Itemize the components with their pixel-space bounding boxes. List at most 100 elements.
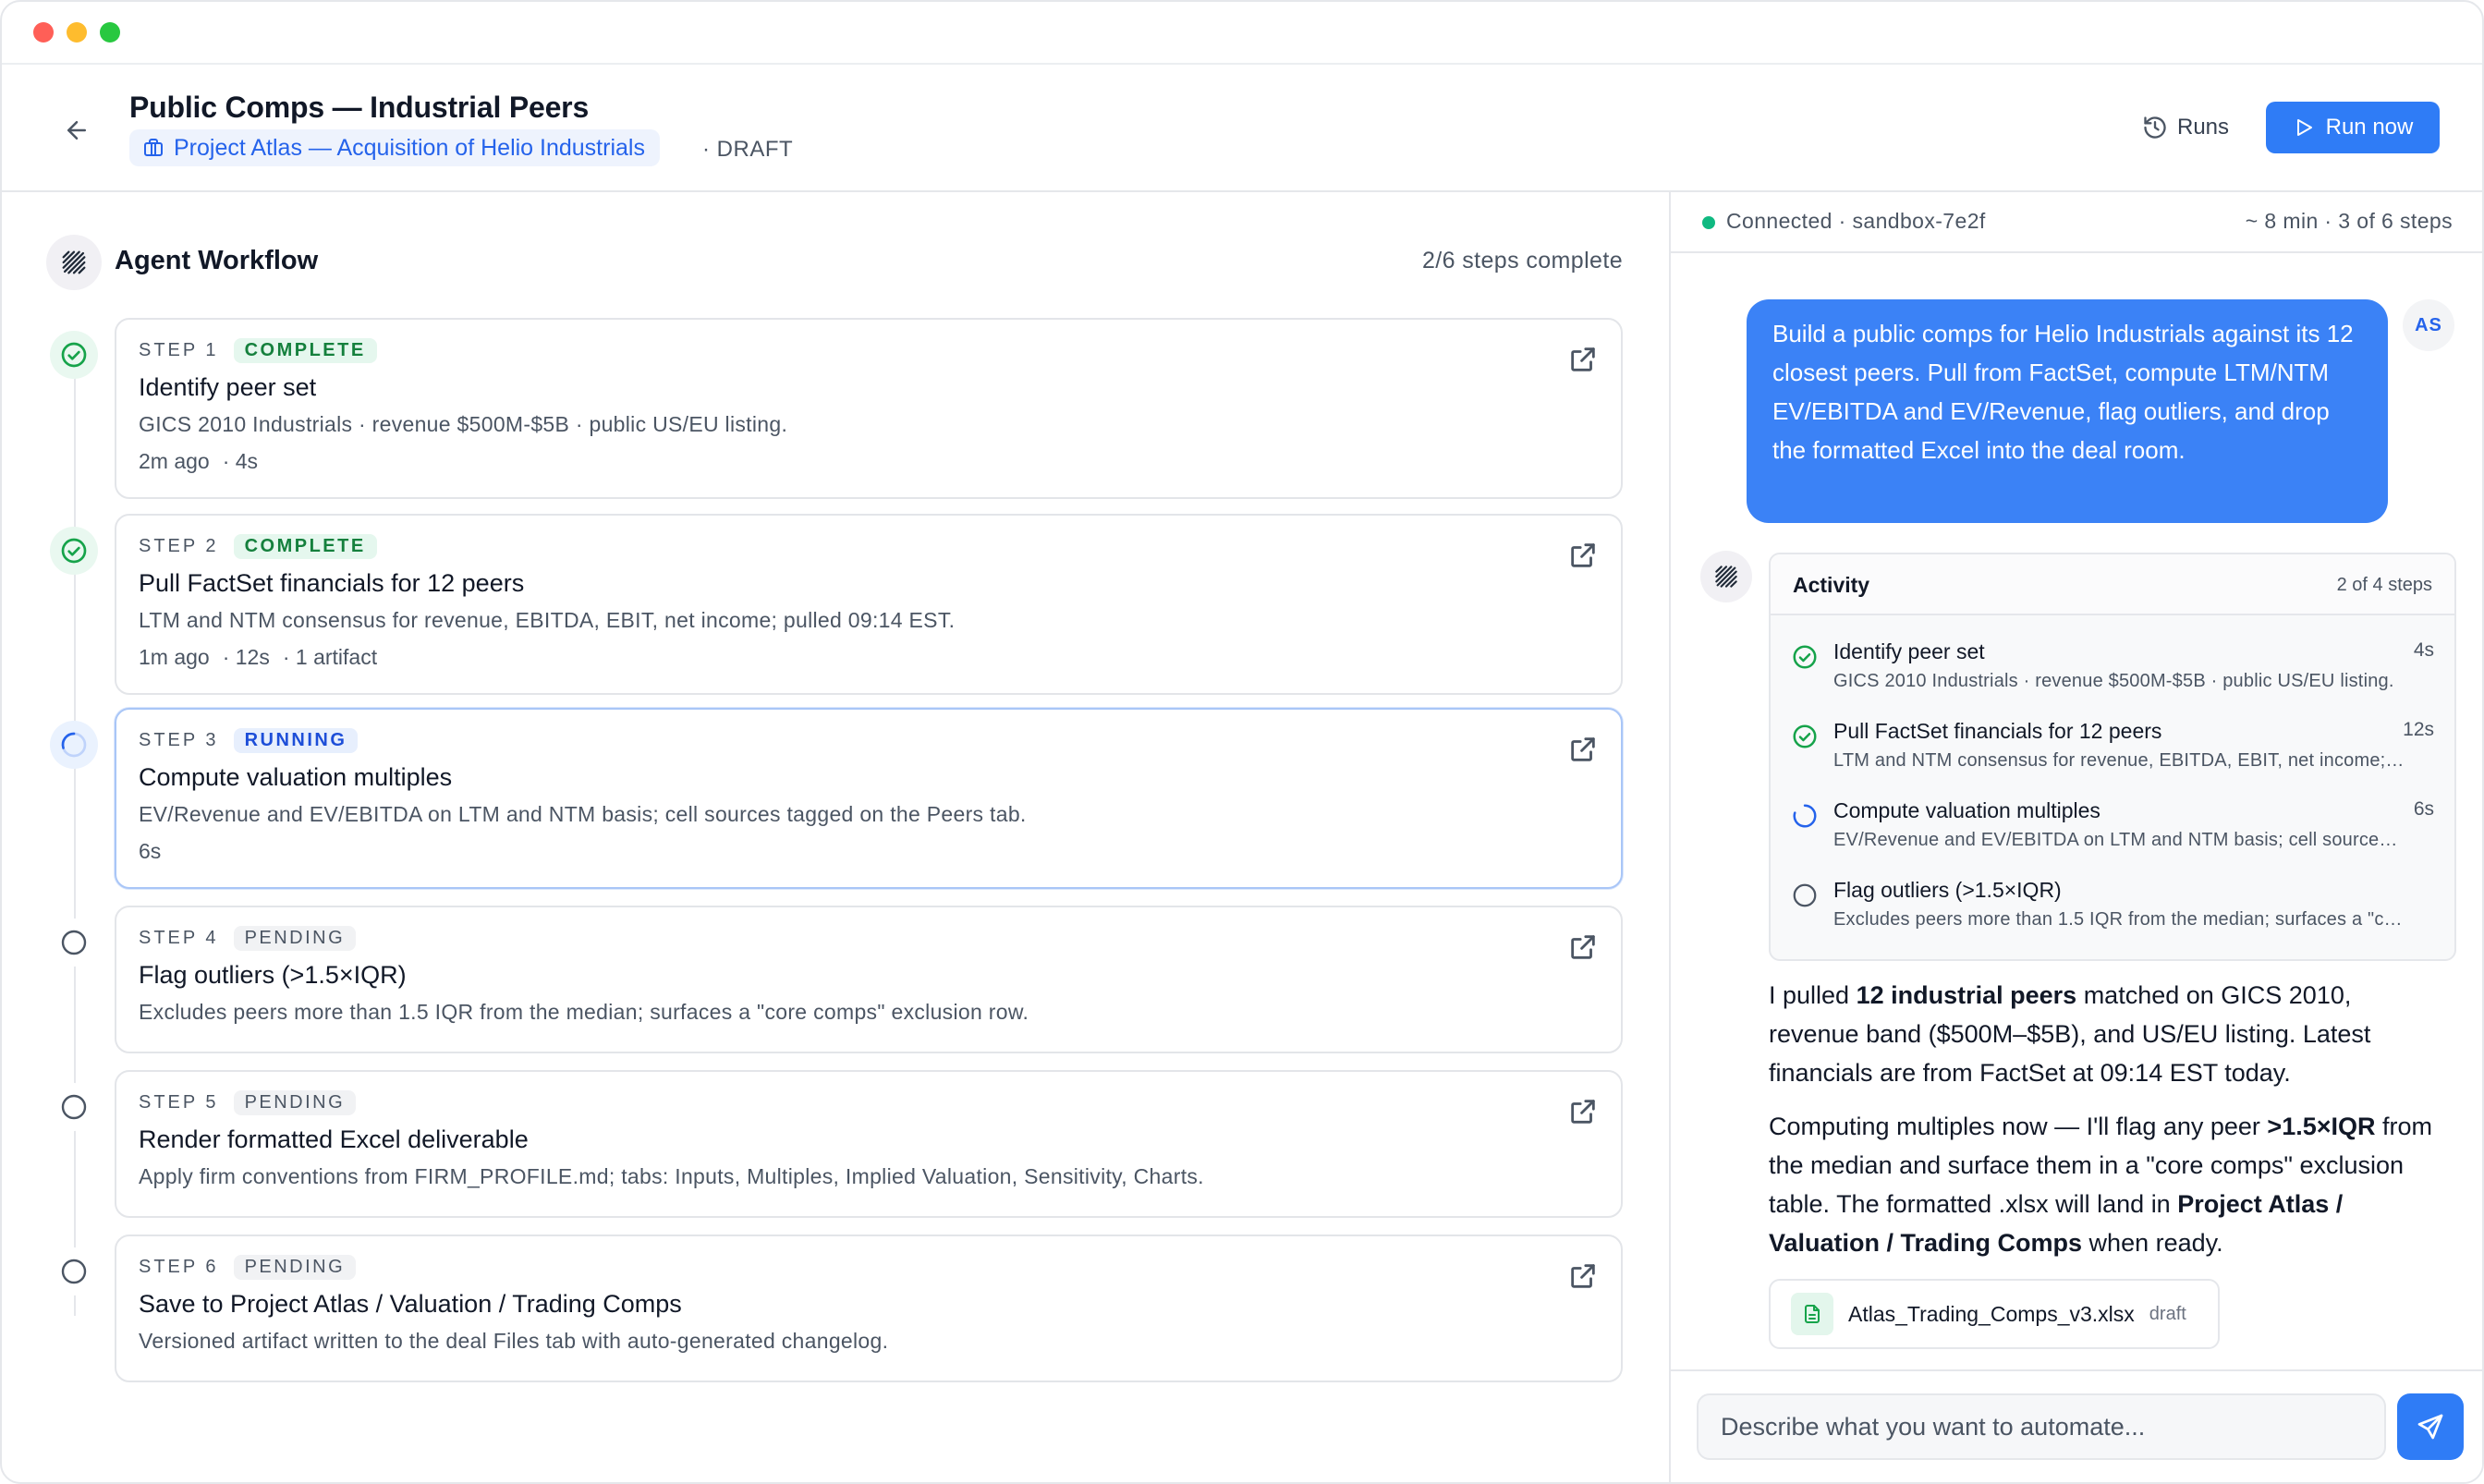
connection-status: Connected · sandbox-7e2f	[1726, 209, 1986, 233]
status-badge: COMPLETE	[233, 338, 377, 363]
step-1-marker	[50, 331, 98, 379]
activity-item[interactable]: Identify peer set 4s GICS 2010 Industria…	[1771, 632, 2454, 710]
close-window-button[interactable]	[33, 22, 54, 43]
connection-bar: Connected · sandbox-7e2f ~ 8 min · 3 of …	[1671, 192, 2482, 253]
reply-paragraph: I pulled 12 industrial peers matched on …	[1769, 976, 2443, 1092]
zoom-window-button[interactable]	[100, 22, 120, 43]
agent-logo-icon	[46, 235, 102, 290]
step-title: Pull FactSet financials for 12 peers	[139, 569, 525, 597]
activity-header: Activity 2 of 4 steps	[1771, 554, 2454, 615]
runs-button[interactable]: Runs	[2127, 102, 2244, 153]
activity-item-name: Flag outliers (>1.5×IQR)	[1833, 878, 2062, 902]
status-badge: PENDING	[233, 1255, 357, 1280]
circle-icon	[61, 930, 87, 955]
step-card-1[interactable]: STEP 1 COMPLETE Identify peer set GICS 2…	[115, 318, 1623, 499]
circle-icon	[61, 1094, 87, 1120]
send-icon	[2417, 1414, 2443, 1440]
activity-item-description: EV/Revenue and EV/EBITDA on LTM and NTM …	[1833, 830, 2406, 850]
step-6-marker	[50, 1247, 98, 1295]
chat-panel: Connected · sandbox-7e2f ~ 8 min · 3 of …	[1669, 192, 2482, 1482]
step-meta: 1m ago · 12s · 1 artifact	[139, 645, 377, 670]
step-number: STEP 2	[139, 536, 219, 556]
composer-divider	[1671, 1369, 2482, 1371]
reply-text: I pulled	[1769, 981, 1857, 1009]
back-button[interactable]	[59, 113, 94, 148]
external-link-icon[interactable]	[1567, 1096, 1599, 1127]
status-badge: PENDING	[233, 1090, 357, 1115]
run-now-label: Run now	[2325, 115, 2414, 140]
window-controls	[33, 22, 120, 43]
circle-icon	[61, 1259, 87, 1284]
attachment-tag: draft	[2149, 1303, 2186, 1324]
step-artifacts: · 1 artifact	[282, 645, 378, 669]
workflow-panel: Agent Workflow 2/6 steps complete STEP 1…	[2, 192, 1669, 1482]
step-time: 1m ago	[139, 645, 210, 669]
workflow-title: Agent Workflow	[115, 246, 319, 275]
step-duration: · 12s	[222, 645, 270, 669]
check-circle-icon	[61, 342, 87, 368]
reply-emphasis: >1.5×IQR	[2267, 1113, 2376, 1140]
timeline-line	[74, 359, 76, 1316]
activity-item-duration: 12s	[2403, 719, 2434, 740]
attachment-name: Atlas_Trading_Comps_v3.xlsx	[1848, 1301, 2135, 1326]
step-4-marker	[50, 918, 98, 967]
external-link-icon[interactable]	[1567, 1260, 1599, 1292]
attachment-chip[interactable]: Atlas_Trading_Comps_v3.xlsx draft	[1769, 1279, 2220, 1349]
activity-item-name: Compute valuation multiples	[1833, 798, 2100, 822]
activity-item-name: Identify peer set	[1833, 639, 1985, 663]
page-title: Public Comps — Industrial Peers	[129, 91, 590, 124]
step-time: 2m ago	[139, 449, 210, 473]
check-circle-icon	[1793, 645, 1817, 669]
step-5-marker	[50, 1083, 98, 1131]
step-duration: 6s	[139, 839, 162, 863]
step-card-4[interactable]: STEP 4 PENDING Flag outliers (>1.5×IQR) …	[115, 906, 1623, 1053]
project-chip[interactable]: Project Atlas — Acquisition of Helio Ind…	[129, 129, 660, 166]
reply-emphasis: 12 industrial peers	[1856, 981, 2077, 1009]
activity-item-duration: 6s	[2413, 798, 2434, 820]
step-card-2[interactable]: STEP 2 COMPLETE Pull FactSet financials …	[115, 514, 1623, 695]
step-2-marker	[50, 527, 98, 575]
step-card-6[interactable]: STEP 6 PENDING Save to Project Atlas / V…	[115, 1235, 1623, 1382]
step-description: Excludes peers more than 1.5 IQR from th…	[139, 1000, 1029, 1024]
step-card-5[interactable]: STEP 5 PENDING Render formatted Excel de…	[115, 1070, 1623, 1218]
agent-reply: I pulled 12 industrial peers matched on …	[1769, 976, 2443, 1277]
history-icon	[2144, 116, 2166, 139]
reply-text: when ready.	[2082, 1229, 2223, 1257]
activity-item[interactable]: Flag outliers (>1.5×IQR) Excludes peers …	[1771, 870, 2454, 948]
step-duration: · 4s	[222, 449, 259, 473]
step-title: Flag outliers (>1.5×IQR)	[139, 961, 407, 989]
external-link-icon[interactable]	[1567, 344, 1599, 375]
reply-paragraph: Computing multiples now — I'll flag any …	[1769, 1107, 2443, 1262]
spreadsheet-file-icon	[1791, 1293, 1833, 1335]
step-title: Identify peer set	[139, 373, 317, 401]
play-icon	[2296, 119, 2312, 136]
run-now-button[interactable]: Run now	[2266, 102, 2440, 153]
connection-status-dot	[1702, 216, 1715, 229]
external-link-icon[interactable]	[1567, 540, 1599, 571]
step-number: STEP 4	[139, 928, 219, 948]
send-button[interactable]	[2397, 1393, 2464, 1460]
external-link-icon[interactable]	[1567, 931, 1599, 963]
step-title: Compute valuation multiples	[139, 763, 453, 791]
arrow-left-icon	[67, 121, 86, 140]
external-link-icon[interactable]	[1567, 734, 1599, 765]
agent-logo-icon	[1700, 551, 1752, 602]
spinner-icon	[1793, 804, 1817, 828]
chat-input[interactable]	[1697, 1393, 2386, 1460]
step-number: STEP 5	[139, 1092, 219, 1113]
run-eta: ~ 8 min · 3 of 6 steps	[2245, 209, 2453, 233]
step-description: LTM and NTM consensus for revenue, EBITD…	[139, 608, 956, 632]
step-card-3[interactable]: STEP 3 RUNNING Compute valuation multipl…	[115, 708, 1623, 889]
minimize-window-button[interactable]	[67, 22, 87, 43]
step-title: Save to Project Atlas / Valuation / Trad…	[139, 1290, 682, 1318]
step-number: STEP 1	[139, 340, 219, 360]
activity-item[interactable]: Compute valuation multiples 6s EV/Revenu…	[1771, 791, 2454, 869]
activity-item-description: GICS 2010 Industrials · revenue $500M-$5…	[1833, 671, 2394, 691]
step-3-marker	[50, 721, 98, 769]
project-chip-label: Project Atlas — Acquisition of Helio Ind…	[174, 134, 645, 161]
status-badge: COMPLETE	[233, 534, 377, 559]
reply-text: Computing multiples now — I'll flag any …	[1769, 1113, 2268, 1140]
activity-item-description: LTM and NTM consensus for revenue, EBITD…	[1833, 750, 2406, 771]
activity-item[interactable]: Pull FactSet financials for 12 peers 12s…	[1771, 712, 2454, 789]
user-message: Build a public comps for Helio Industria…	[1747, 299, 2388, 523]
